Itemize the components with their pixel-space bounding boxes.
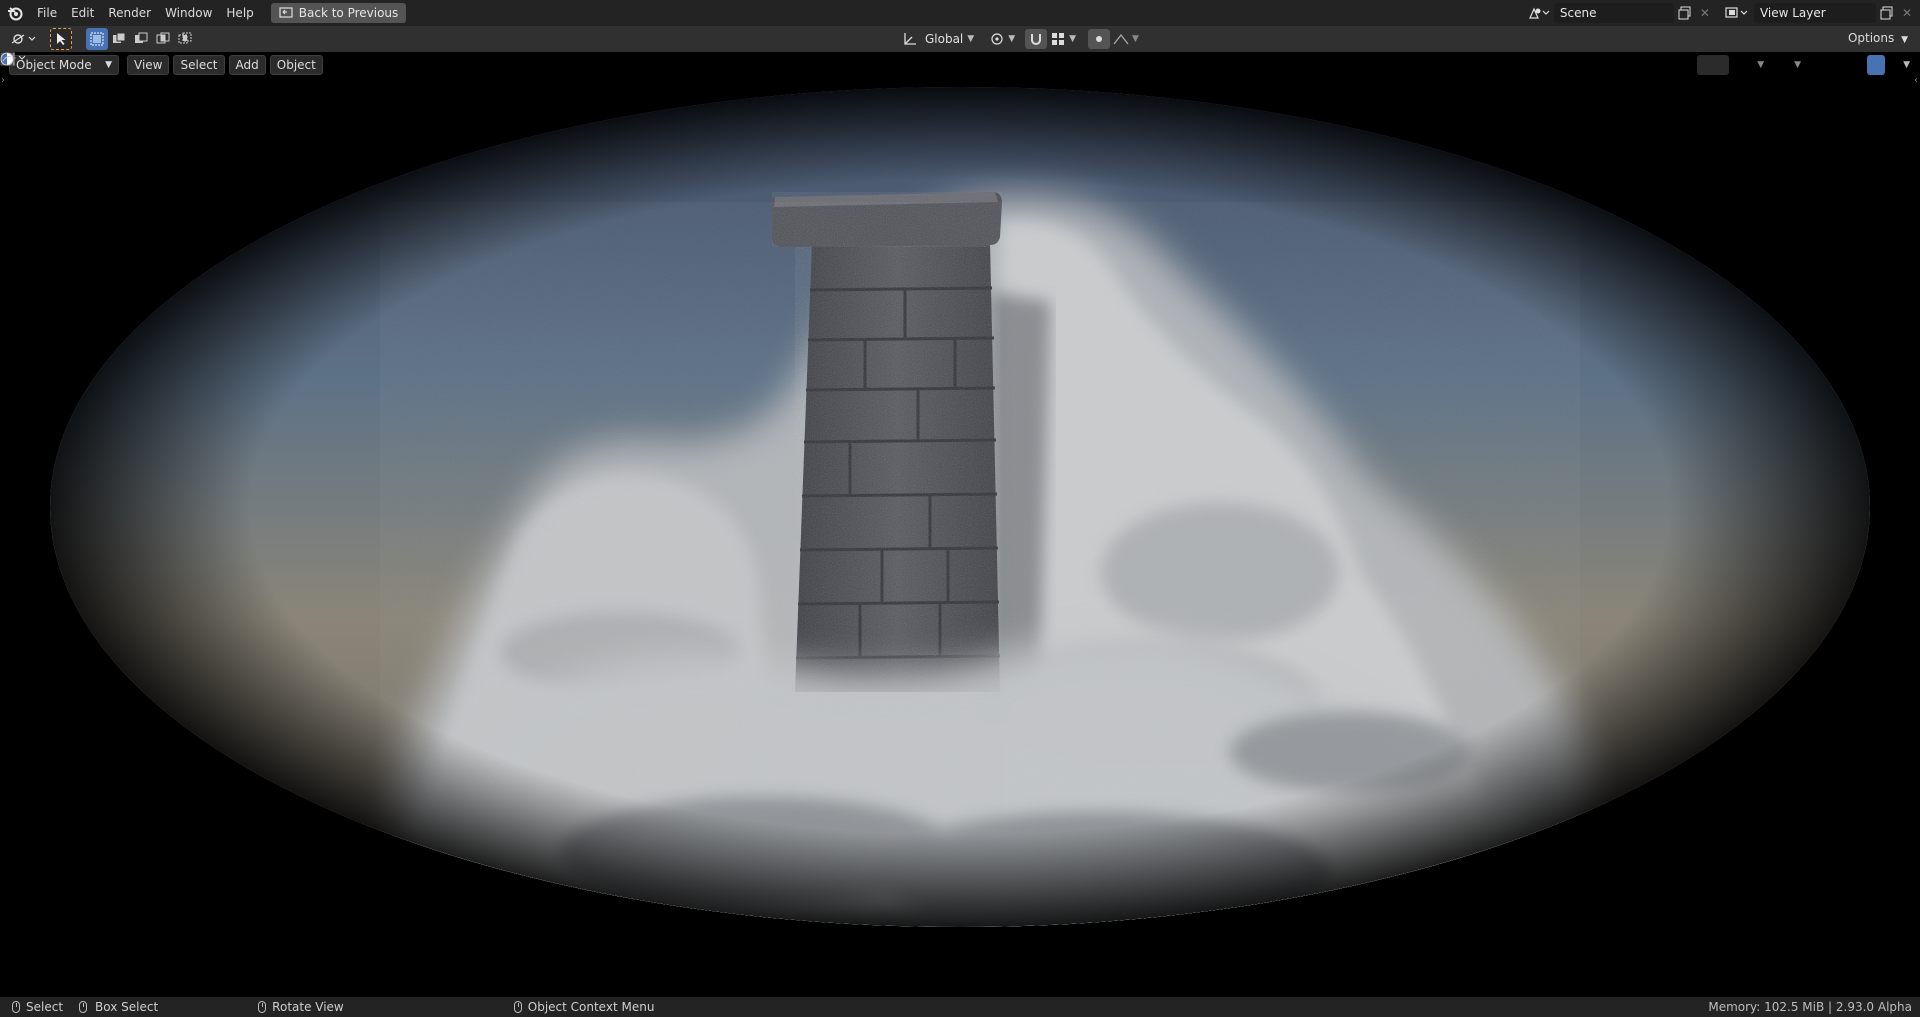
status-context-menu-label: Object Context Menu xyxy=(527,1000,655,1014)
options-dropdown[interactable]: Options ▼ xyxy=(1841,29,1914,49)
cursor-arrow-icon xyxy=(57,33,66,45)
view-layer-icon xyxy=(1725,7,1748,18)
select-intersect-icon xyxy=(178,32,192,44)
chevron-down-icon[interactable]: ▼ xyxy=(1132,34,1139,44)
blender-logo-icon[interactable] xyxy=(0,0,30,26)
chevron-down-icon[interactable]: ▼ xyxy=(1903,60,1910,70)
select-subtract-icon xyxy=(135,32,148,43)
snap-increment-icon[interactable] xyxy=(1047,29,1069,49)
screen-back-icon xyxy=(279,7,293,18)
xray-toggle-icon[interactable] xyxy=(0,52,1831,75)
visibility-eye-icon[interactable] xyxy=(0,54,1730,75)
scene-icon xyxy=(1528,7,1550,19)
back-to-previous-label: Back to Previous xyxy=(298,6,399,20)
gizmo-toggle-icon[interactable] xyxy=(0,52,1757,75)
3d-viewport-icon xyxy=(11,34,36,44)
scene-browse-button[interactable] xyxy=(1524,3,1554,23)
toolbar-expand-icon[interactable]: › xyxy=(1,75,5,86)
chevron-down-icon: ▼ xyxy=(1901,35,1908,45)
add-menu[interactable]: Add xyxy=(228,55,266,75)
chevron-down-icon[interactable]: ▼ xyxy=(1069,34,1076,44)
chevron-down-icon: ▼ xyxy=(105,60,112,70)
memory-status: Memory: 102.5 MiB | 2.93.0 Alpha xyxy=(1708,1000,1912,1014)
menu-window[interactable]: Window xyxy=(158,2,219,24)
object-menu[interactable]: Object xyxy=(269,55,323,75)
shading-rendered-icon[interactable] xyxy=(0,52,1903,75)
menu-render[interactable]: Render xyxy=(101,2,158,24)
new-view-layer-icon[interactable] xyxy=(1876,3,1898,23)
scene-name-field[interactable]: Scene xyxy=(1553,3,1674,23)
status-select-label: Select xyxy=(26,1000,64,1014)
proportional-editing-icon[interactable] xyxy=(1088,29,1111,49)
select-new-icon xyxy=(90,32,104,46)
select-extend-icon xyxy=(113,32,126,43)
shading-wireframe-icon[interactable] xyxy=(0,52,1849,75)
editor-type-button[interactable] xyxy=(6,29,42,49)
pivot-point-icon[interactable] xyxy=(986,29,1008,49)
3d-viewport[interactable]: Object Mode ▼ View Select Add Object ▼ ▼ xyxy=(0,52,1920,997)
chevron-down-icon[interactable]: ▼ xyxy=(1794,60,1801,70)
back-to-previous-button[interactable]: Back to Previous xyxy=(270,3,407,23)
mouse-left-icon xyxy=(12,1001,20,1013)
menu-file[interactable]: File xyxy=(30,2,64,24)
select-mode-extend-button[interactable] xyxy=(108,28,130,50)
delete-scene-icon[interactable]: ✕ xyxy=(1696,6,1714,20)
select-mode-invert-button[interactable] xyxy=(152,28,174,50)
select-menu[interactable]: Select xyxy=(173,55,225,75)
transform-orientation-icon xyxy=(899,29,921,49)
overlays-icon[interactable] xyxy=(0,53,1794,75)
mouse-drag-icon xyxy=(79,1001,88,1013)
snap-toggle-magnet-icon[interactable] xyxy=(1025,29,1048,49)
status-box-select-label: Box Select xyxy=(95,1000,159,1014)
shading-material-preview-icon[interactable] xyxy=(1,53,1886,75)
view-menu[interactable]: View xyxy=(127,55,170,75)
chevron-down-icon[interactable]: ▼ xyxy=(1757,60,1764,70)
sidebar-expand-icon[interactable]: ‹ xyxy=(1914,75,1918,86)
view-layer-browse-button[interactable] xyxy=(1720,3,1754,23)
transform-orientation-dropdown[interactable]: Global xyxy=(921,32,967,46)
viewport-header: Object Mode ▼ View Select Add Object ▼ ▼ xyxy=(0,52,1920,78)
delete-view-layer-icon[interactable]: ✕ xyxy=(1898,6,1916,20)
new-scene-icon[interactable] xyxy=(1674,3,1696,23)
select-tool-button[interactable] xyxy=(50,28,72,50)
mouse-middle-icon xyxy=(258,1001,267,1013)
mouse-right-icon xyxy=(513,1001,522,1013)
viewport-render xyxy=(0,52,1920,997)
top-menu-bar: File Edit Render Window Help Back to Pre… xyxy=(0,0,1920,26)
chevron-down-icon[interactable]: ▼ xyxy=(1008,34,1015,44)
proportional-falloff-icon[interactable] xyxy=(1110,29,1132,49)
menu-help[interactable]: Help xyxy=(219,2,260,24)
select-mode-subtract-button[interactable] xyxy=(130,28,152,50)
status-rotate-view-label: Rotate View xyxy=(272,1000,344,1014)
select-mode-intersect-button[interactable] xyxy=(174,28,196,50)
select-mode-new-button[interactable] xyxy=(86,28,108,50)
view-layer-name-field[interactable]: View Layer xyxy=(1753,3,1876,23)
status-bar: Select Box Select Rotate View Object Con… xyxy=(0,997,1920,1017)
select-invert-icon xyxy=(156,32,170,44)
chevron-down-icon[interactable]: ▼ xyxy=(967,34,974,44)
menu-edit[interactable]: Edit xyxy=(64,2,101,24)
shading-solid-icon[interactable] xyxy=(1,53,1867,75)
tool-settings-bar: Global ▼ ▼ ▼ ▼ Options ▼ xyxy=(0,26,1920,52)
